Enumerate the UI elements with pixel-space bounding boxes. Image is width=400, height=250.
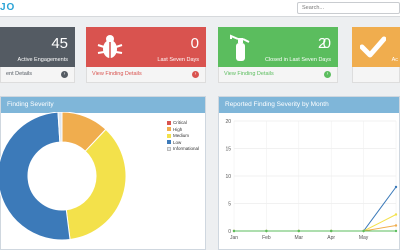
legend-swatch [167,120,171,125]
app-logo[interactable]: JO [0,2,15,13]
data-point[interactable] [330,229,333,233]
data-point[interactable] [394,229,398,233]
card-details-link[interactable] [352,67,400,83]
donut-slice-medium[interactable] [65,128,127,241]
data-point[interactable] [297,229,300,233]
x-tick-label: May [359,235,369,241]
accepted-findings-card: Ac [352,27,400,83]
legend-label: Low [173,139,182,145]
data-point[interactable] [394,213,398,216]
card-link-text: View Finding Details [224,71,274,77]
bug-icon [97,35,123,58]
x-tick-label: Apr [327,235,335,241]
x-tick-label: Jan [230,235,238,241]
fire-extinguisher-icon [230,34,250,61]
arrow-right-icon: › [324,71,331,78]
card-label: Last Seven Days [157,57,199,63]
top-navbar: JO [0,0,400,17]
data-point[interactable] [394,224,398,227]
data-point[interactable] [362,229,365,233]
legend-label: Informational [173,146,200,151]
y-tick-label: 10 [225,174,231,180]
card-header: 45 Active Engagements [0,27,75,67]
arrow-right-icon: › [61,71,68,78]
series-line-0 [234,186,397,232]
legend-label: Critical [173,120,187,125]
y-tick-label: 20 [225,119,231,125]
new-findings-card: 0 Last Seven Days View Finding Details › [86,27,206,83]
card-link-text: ent Details [6,71,32,77]
legend-swatch [167,140,171,145]
y-tick-label: 5 [228,202,231,208]
checkmark-icon [360,36,386,58]
card-details-link[interactable]: ent Details › [0,67,75,83]
legend-swatch [167,146,171,151]
legend-item: Informational [167,146,199,153]
active-engagements-card: 45 Active Engagements ent Details › [0,27,75,83]
series-line-1 [234,214,397,232]
severity-by-month-line-chart: 05101520Jan Feb Mar Apr May [225,119,398,241]
card-label: Closed in Last Seven Days [264,57,331,63]
card-header: 0 Last Seven Days [86,27,206,67]
panel-title: Reported Finding Severity by Month [219,97,399,113]
card-details-link[interactable]: View Finding Details › [218,67,338,83]
card-label: Ac [391,57,398,63]
panel-title: Finding Severity [1,97,205,113]
arrow-right-icon: › [192,71,199,78]
legend-label: High [173,126,183,132]
data-point[interactable] [394,185,398,189]
x-tick-label: Mar [294,235,303,241]
card-details-link[interactable]: View Finding Details › [86,67,206,83]
card-link-text: View Finding Details [92,71,142,77]
card-count: 45 [51,35,68,52]
card-label: Active Engagements [17,57,68,63]
legend-swatch [167,133,171,138]
y-tick-label: 15 [225,147,231,153]
search-input[interactable] [297,2,400,14]
legend-label: Medium [173,133,190,138]
card-count: 0 [190,35,199,52]
x-tick-label: Feb [262,235,271,241]
data-point[interactable] [265,229,268,233]
card-header: Ac [352,27,400,67]
closed-count: 2 [318,35,327,52]
legend-swatch [167,127,171,132]
severity-legend: Critical High Medium Low Informational [167,120,199,153]
data-point[interactable] [232,229,236,233]
